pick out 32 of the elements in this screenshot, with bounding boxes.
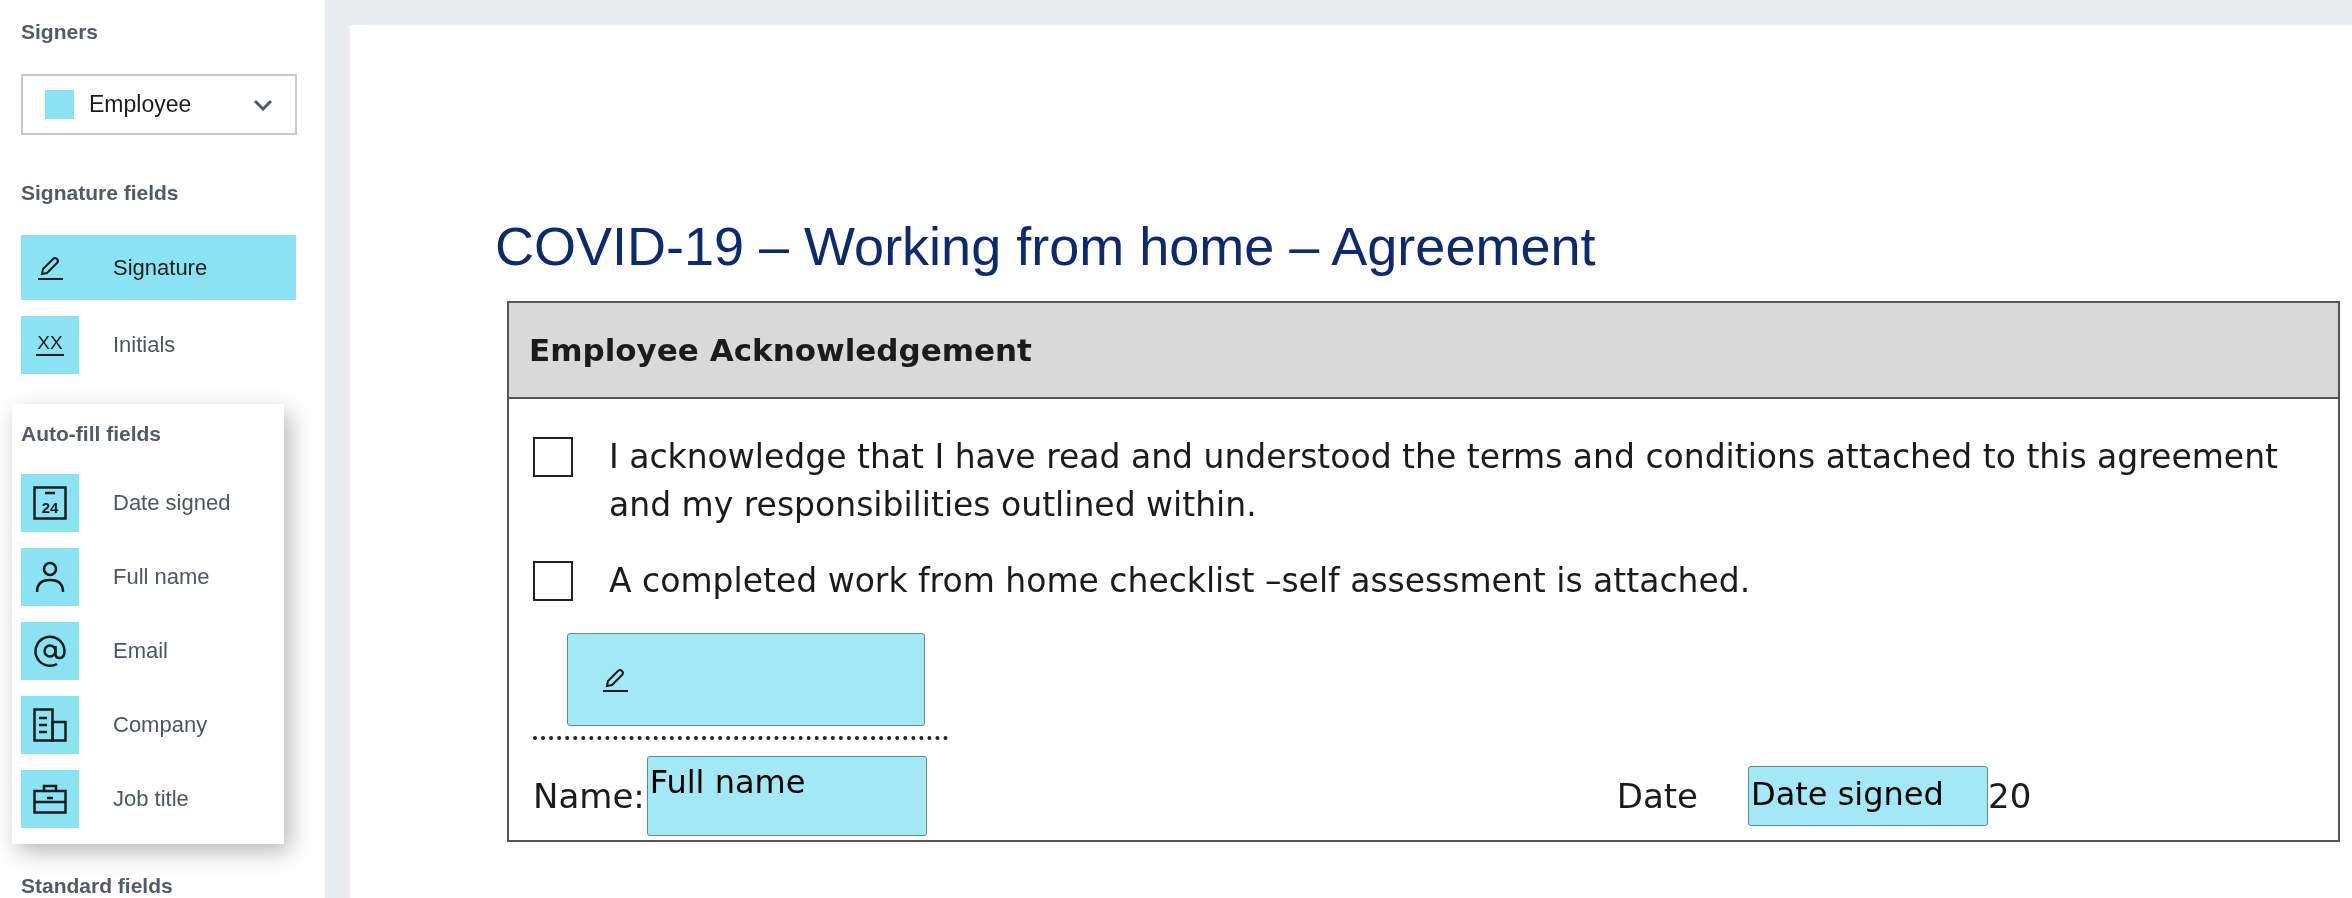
field-item[interactable]: Job title: [21, 770, 271, 828]
building-icon: [33, 708, 67, 742]
date-signed-field[interactable]: Date signed: [1748, 766, 1989, 826]
pen-icon: [602, 666, 628, 693]
section-heading: Auto-fill fields: [20, 422, 162, 446]
statement-text: I acknowledge that I have read and understood the terms and conditions attached to this agreement and my responsibilities outlined within.: [609, 436, 2279, 526]
field-item[interactable]: 24 Date signed: [21, 474, 271, 532]
checkbox[interactable]: [533, 437, 573, 477]
at-sign-icon: [33, 634, 67, 668]
checkbox[interactable]: [533, 561, 573, 601]
section-heading: Signers: [20, 20, 100, 44]
field-item[interactable]: Company: [21, 696, 271, 754]
field-item[interactable]: Signature: [21, 235, 296, 300]
table-heading: Employee Acknowledgement: [529, 332, 1032, 368]
signature-field[interactable]: [567, 633, 925, 726]
year-text: 20: [1988, 776, 2032, 816]
name-label: Name:: [533, 776, 645, 816]
field-item[interactable]: XX Initials: [21, 316, 296, 374]
date-label: Date: [1616, 776, 1699, 816]
section-heading: Signature fields: [20, 181, 180, 205]
caret-icon: [253, 98, 273, 111]
section-heading: Standard fields: [20, 874, 174, 898]
briefcase-icon: [33, 784, 67, 814]
pen-icon: [37, 254, 63, 281]
field-item[interactable]: Email: [21, 622, 271, 680]
signer-dropdown[interactable]: Employee: [21, 74, 297, 135]
statement-text: A completed work from home checklist –self assessment is attached.: [609, 560, 1752, 602]
calendar-icon: 24: [33, 486, 67, 520]
person-icon: [35, 561, 65, 593]
document-title: COVID-19 – Working from home – Agreement: [495, 215, 1597, 277]
field-item[interactable]: Full name: [21, 548, 271, 606]
full-name-field[interactable]: Full name: [646, 756, 927, 836]
